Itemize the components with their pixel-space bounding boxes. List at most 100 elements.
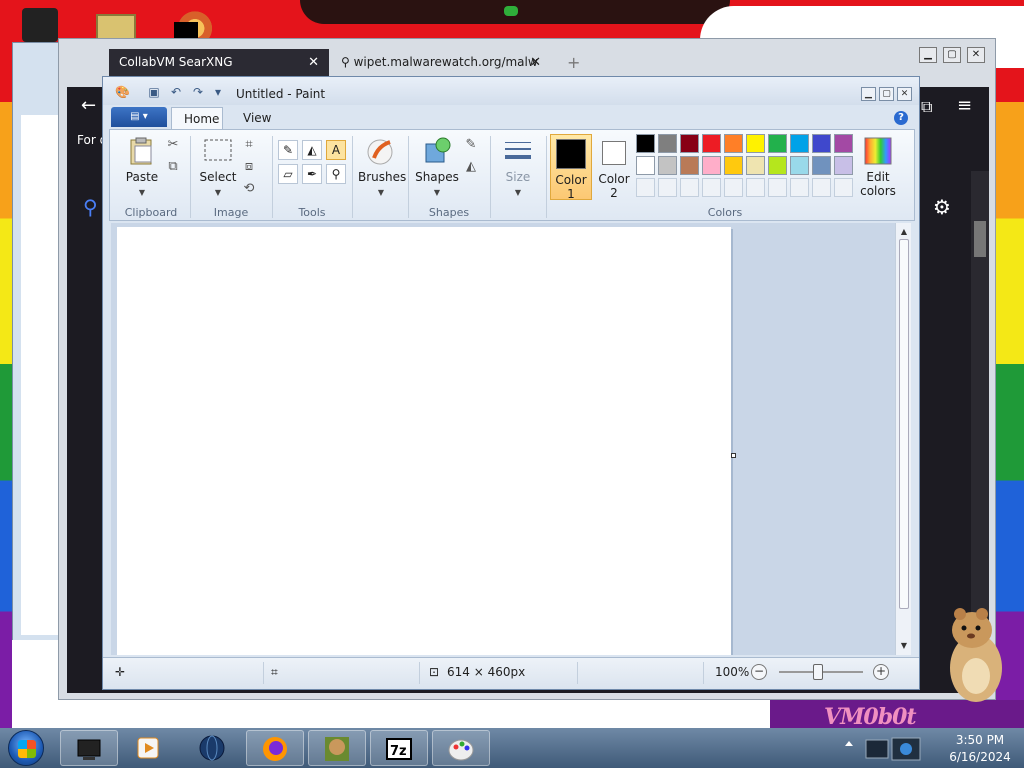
palette-swatch[interactable] xyxy=(636,156,655,175)
rotate-icon[interactable]: ⟲ xyxy=(240,180,258,198)
zoom-slider-thumb[interactable] xyxy=(813,664,823,680)
new-tab-icon[interactable]: + xyxy=(567,53,580,72)
cut-icon[interactable]: ✂ xyxy=(164,136,182,154)
scroll-thumb[interactable] xyxy=(899,239,909,609)
magnifier-icon[interactable]: ⚲ xyxy=(326,164,346,184)
color2-button[interactable]: Color 2 xyxy=(594,134,634,200)
paste-button[interactable]: Paste ▼ xyxy=(120,136,164,198)
custom-color-slot[interactable] xyxy=(702,178,721,197)
clock-time[interactable]: 3:50 PM xyxy=(944,733,1016,747)
zoom-out-icon[interactable]: − xyxy=(751,664,767,680)
desktop-icon-hat[interactable] xyxy=(22,8,58,42)
crop-icon[interactable]: ⌗ xyxy=(240,136,258,154)
clock-date[interactable]: 6/16/2024 xyxy=(944,750,1016,764)
custom-color-slot[interactable] xyxy=(636,178,655,197)
close-icon[interactable]: ✕ xyxy=(967,47,985,63)
palette-swatch[interactable] xyxy=(680,156,699,175)
pencil-icon[interactable]: ✎ xyxy=(278,140,298,160)
size-button[interactable]: Size ▼ xyxy=(498,136,538,198)
palette-swatch[interactable] xyxy=(812,156,831,175)
maximize-icon[interactable]: ▢ xyxy=(879,87,894,101)
palette-swatch[interactable] xyxy=(702,156,721,175)
back-arrow-icon[interactable]: ← xyxy=(81,95,96,116)
help-icon[interactable]: ? xyxy=(894,111,908,125)
fill-icon[interactable]: ◭ xyxy=(302,140,322,160)
palette-swatch[interactable] xyxy=(790,134,809,153)
tab-view[interactable]: View xyxy=(231,107,277,129)
start-button[interactable] xyxy=(8,730,44,766)
system-tray[interactable] xyxy=(864,734,924,764)
scroll-up-icon[interactable]: ▲ xyxy=(896,225,911,239)
palette-swatch[interactable] xyxy=(702,134,721,153)
palette-swatch[interactable] xyxy=(746,134,765,153)
shapes-button[interactable]: Shapes ▼ xyxy=(414,136,460,198)
color-picker-icon[interactable]: ✒ xyxy=(302,164,322,184)
palette-swatch[interactable] xyxy=(636,134,655,153)
palette-swatch[interactable] xyxy=(834,134,853,153)
custom-color-slot[interactable] xyxy=(680,178,699,197)
taskbar-app-bonzi[interactable] xyxy=(308,730,366,766)
eraser-icon[interactable]: ▱ xyxy=(278,164,298,184)
color1-button[interactable]: Color 1 xyxy=(550,134,592,201)
maximize-icon[interactable]: ▢ xyxy=(943,47,961,63)
edit-colors-button[interactable]: Edit colors xyxy=(858,136,898,198)
palette-swatch[interactable] xyxy=(680,134,699,153)
copy-icon[interactable]: ⧉ xyxy=(164,158,182,176)
taskbar-app-firefox[interactable] xyxy=(246,730,304,766)
taskbar-app-7zip[interactable]: 7z xyxy=(370,730,428,766)
taskbar-app-media[interactable] xyxy=(120,730,178,766)
palette-swatch[interactable] xyxy=(724,156,743,175)
palette-swatch[interactable] xyxy=(724,134,743,153)
palette-swatch[interactable] xyxy=(790,156,809,175)
paint-title-bar[interactable]: 🎨 ▣ ↶ ↷ ▾ Untitled - Paint ▁ ▢ ✕ xyxy=(103,77,919,105)
custom-color-slot[interactable] xyxy=(790,178,809,197)
palette-swatch[interactable] xyxy=(768,156,787,175)
tab-home[interactable]: Home xyxy=(171,107,223,129)
browser-tab-searxng[interactable]: CollabVM SearXNG ✕ xyxy=(109,49,329,79)
customize-qat-icon[interactable]: ▾ xyxy=(211,85,225,99)
redo-icon[interactable]: ↷ xyxy=(191,85,205,99)
close-icon[interactable]: ✕ xyxy=(897,87,912,101)
tray-expand-icon[interactable] xyxy=(840,730,858,766)
close-icon[interactable]: ✕ xyxy=(530,55,541,70)
close-icon[interactable]: ✕ xyxy=(308,55,319,70)
palette-swatch[interactable] xyxy=(812,134,831,153)
scroll-down-icon[interactable]: ▼ xyxy=(896,639,911,653)
extensions-icon[interactable]: ⧉ xyxy=(921,97,932,117)
canvas-resize-handle[interactable] xyxy=(731,453,736,458)
custom-color-slot[interactable] xyxy=(746,178,765,197)
custom-color-slot[interactable] xyxy=(658,178,677,197)
zoom-in-icon[interactable]: + xyxy=(873,664,889,680)
search-icon[interactable]: ⚲ xyxy=(83,195,98,219)
custom-color-slot[interactable] xyxy=(724,178,743,197)
taskbar-app-paint[interactable] xyxy=(432,730,490,766)
canvas-scrollbar[interactable]: ▲ ▼ xyxy=(895,223,911,655)
select-button[interactable]: Select ▼ xyxy=(196,136,240,198)
minimize-icon[interactable]: ▁ xyxy=(919,47,937,63)
custom-color-slot[interactable] xyxy=(768,178,787,197)
taskbar-app-browser-globe[interactable] xyxy=(184,730,242,766)
hamburger-menu-icon[interactable]: ≡ xyxy=(957,95,972,116)
custom-color-slot[interactable] xyxy=(812,178,831,197)
undo-icon[interactable]: ↶ xyxy=(169,85,183,99)
palette-swatch[interactable] xyxy=(658,134,677,153)
size-label: Size xyxy=(505,170,531,184)
paint-menu-button[interactable]: ▤ ▾ xyxy=(111,107,167,127)
minimize-icon[interactable]: ▁ xyxy=(861,87,876,101)
palette-swatch[interactable] xyxy=(834,156,853,175)
palette-swatch[interactable] xyxy=(768,134,787,153)
palette-swatch[interactable] xyxy=(658,156,677,175)
drawing-canvas[interactable] xyxy=(117,227,731,655)
text-icon[interactable]: A xyxy=(326,140,346,160)
browser-tab-malwarewatch[interactable]: ⚲ wipet.malwarewatch.org/malw ✕ xyxy=(331,49,551,79)
save-icon[interactable]: ▣ xyxy=(147,85,161,99)
brushes-button[interactable]: Brushes ▼ xyxy=(358,136,406,198)
outline-icon[interactable]: ✎ xyxy=(462,136,480,154)
paint-window[interactable]: 🎨 ▣ ↶ ↷ ▾ Untitled - Paint ▁ ▢ ✕ ▤ ▾ Hom… xyxy=(102,76,920,690)
fill-shape-icon[interactable]: ◭ xyxy=(462,158,480,176)
taskbar-app-explorer[interactable] xyxy=(60,730,118,766)
resize-icon[interactable]: ⧈ xyxy=(240,158,258,176)
custom-color-slot[interactable] xyxy=(834,178,853,197)
palette-swatch[interactable] xyxy=(746,156,765,175)
gear-icon[interactable]: ⚙ xyxy=(933,195,951,219)
